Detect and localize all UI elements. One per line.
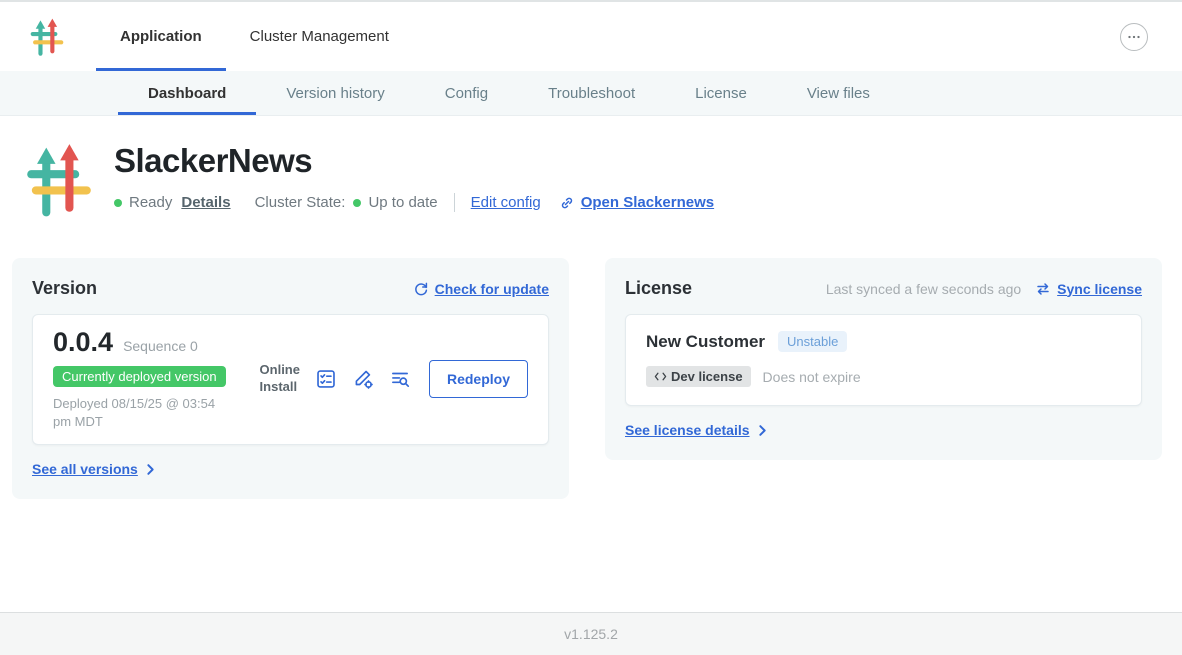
version-card: Version Check for update (12, 258, 569, 499)
version-sequence: Sequence 0 (123, 338, 198, 354)
deployed-badge: Currently deployed version (53, 366, 226, 387)
details-link[interactable]: Details (181, 194, 230, 211)
channel-badge: Unstable (778, 331, 847, 352)
console-version: v1.125.2 (564, 626, 618, 642)
preflight-checks-icon[interactable] (315, 368, 337, 390)
footer: v1.125.2 (0, 612, 1182, 655)
app-subnav: Dashboard Version history Config Trouble… (0, 71, 1182, 116)
version-card-title: Version (32, 278, 97, 299)
tab-cluster-management-label: Cluster Management (250, 28, 389, 45)
license-type-label: Dev license (671, 369, 743, 384)
tab-application-label: Application (120, 28, 202, 45)
app-icon (22, 140, 96, 220)
subnav-troubleshoot[interactable]: Troubleshoot (518, 71, 665, 115)
top-tabs: Application Cluster Management (96, 2, 413, 71)
license-card-title: License (625, 278, 692, 299)
main-content: SlackerNews Ready Details Cluster State:… (0, 116, 1182, 499)
edit-config-link[interactable]: Edit config (471, 194, 541, 211)
cluster-state-value: Up to date (368, 194, 437, 211)
ready-status-dot (114, 199, 122, 207)
divider (454, 193, 455, 212)
see-license-details-label: See license details (625, 422, 750, 438)
license-expiry: Does not expire (763, 369, 861, 385)
version-actions: Online Install (260, 360, 528, 398)
subnav-view-files[interactable]: View files (777, 71, 900, 115)
code-icon (654, 370, 667, 383)
current-version-panel: 0.0.4 Sequence 0 Currently deployed vers… (32, 314, 549, 445)
app-status-row: Ready Details Cluster State: Up to date … (114, 193, 714, 212)
subnav-license[interactable]: License (665, 71, 777, 115)
see-all-versions-label: See all versions (32, 461, 138, 477)
deployed-timestamp: Deployed 08/15/25 @ 03:54 pm MDT (53, 395, 235, 430)
check-for-update-label: Check for update (435, 281, 549, 297)
sync-license-label: Sync license (1057, 281, 1142, 297)
cluster-state-label: Cluster State: (255, 194, 346, 211)
customer-name: New Customer (646, 332, 765, 352)
check-for-update-link[interactable]: Check for update (413, 281, 549, 297)
logs-icon[interactable] (389, 368, 411, 390)
version-info: 0.0.4 Sequence 0 Currently deployed vers… (53, 327, 235, 430)
top-navbar: Application Cluster Management (0, 0, 1182, 71)
install-type-line1: Online (260, 362, 300, 379)
cluster-state-dot (353, 199, 361, 207)
open-app-label: Open Slackernews (581, 194, 714, 211)
more-options-button[interactable] (1120, 23, 1148, 51)
app-header: SlackerNews Ready Details Cluster State:… (0, 116, 1182, 220)
version-card-header: Version Check for update (32, 278, 549, 299)
license-card-header: License Last synced a few seconds ago (625, 278, 1142, 299)
chevron-right-icon (144, 463, 157, 476)
install-type-label: Online Install (260, 362, 300, 396)
more-options-icon (1125, 28, 1143, 46)
last-synced-label: Last synced a few seconds ago (826, 281, 1021, 297)
license-type-badge: Dev license (646, 366, 751, 387)
app-meta: SlackerNews Ready Details Cluster State:… (114, 140, 714, 220)
license-card: License Last synced a few seconds ago (605, 258, 1162, 460)
license-type-row: Dev license Does not expire (646, 366, 1121, 387)
subnav-dashboard[interactable]: Dashboard (118, 71, 256, 115)
open-app-link[interactable]: Open Slackernews (559, 194, 714, 211)
tab-application[interactable]: Application (96, 2, 226, 71)
sync-icon (1035, 281, 1051, 297)
version-number: 0.0.4 (53, 327, 113, 358)
license-panel: New Customer Unstable Dev license (625, 314, 1142, 406)
subnav-config[interactable]: Config (415, 71, 518, 115)
tab-cluster-management[interactable]: Cluster Management (226, 2, 413, 71)
dashboard-cards: Version Check for update (12, 258, 1170, 499)
refresh-icon (413, 281, 429, 297)
link-icon (559, 195, 575, 211)
see-all-versions-link[interactable]: See all versions (32, 461, 157, 477)
config-icon[interactable] (352, 368, 374, 390)
license-card-header-right: Last synced a few seconds ago Sync licen… (826, 281, 1142, 297)
install-type-line2: Install (260, 379, 300, 396)
see-license-details-link[interactable]: See license details (625, 422, 769, 438)
chevron-right-icon (756, 424, 769, 437)
ready-status-label: Ready (129, 194, 172, 211)
app-logo-icon (28, 16, 66, 58)
sync-license-link[interactable]: Sync license (1035, 281, 1142, 297)
app-title: SlackerNews (114, 142, 714, 180)
redeploy-button[interactable]: Redeploy (429, 360, 528, 398)
subnav-version-history[interactable]: Version history (256, 71, 414, 115)
license-customer-row: New Customer Unstable (646, 331, 1121, 352)
